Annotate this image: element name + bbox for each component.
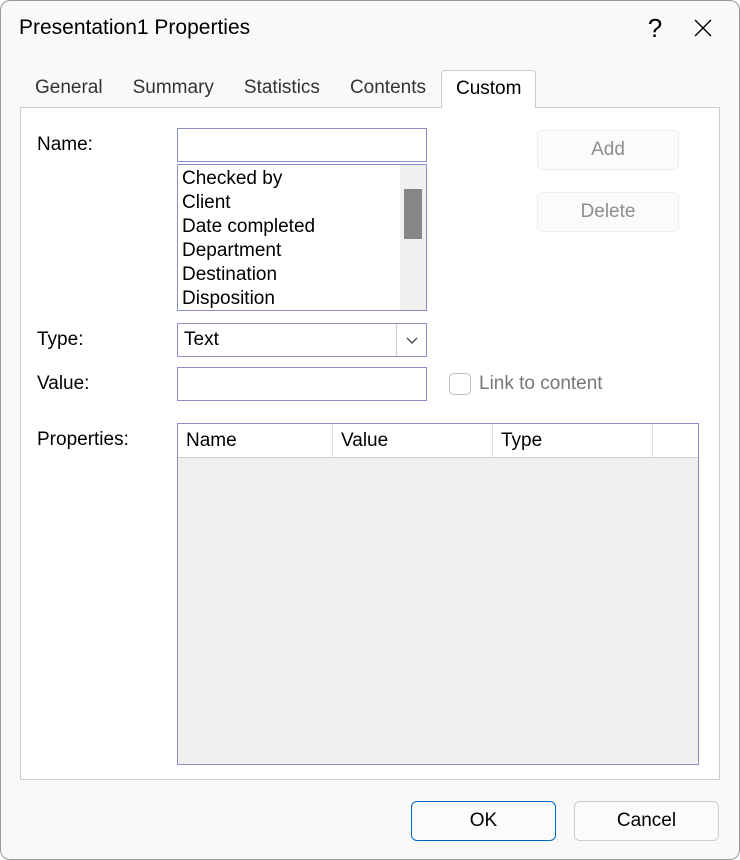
type-label: Type: — [37, 329, 177, 351]
tab-general[interactable]: General — [20, 69, 118, 107]
list-item[interactable]: Client — [178, 191, 400, 215]
list-item[interactable]: Disposition — [178, 287, 400, 310]
add-button[interactable]: Add — [537, 130, 679, 170]
column-header-type[interactable]: Type — [493, 424, 653, 457]
type-select[interactable]: Text — [177, 323, 427, 357]
close-button[interactable] — [679, 4, 727, 52]
tab-statistics[interactable]: Statistics — [229, 69, 335, 107]
scrollbar-thumb[interactable] — [404, 189, 422, 239]
value-label: Value: — [37, 373, 177, 395]
column-header-spacer — [653, 424, 698, 457]
tab-contents[interactable]: Contents — [335, 69, 441, 107]
properties-dialog: Presentation1 Properties ? General Summa… — [0, 0, 740, 860]
type-selected-value: Text — [184, 329, 219, 351]
scrollbar[interactable] — [400, 165, 426, 310]
list-item[interactable]: Date completed — [178, 215, 400, 239]
name-suggestions-list: Checked by Client Date completed Departm… — [177, 164, 427, 311]
dialog-title: Presentation1 Properties — [19, 16, 631, 40]
titlebar: Presentation1 Properties ? — [1, 1, 739, 55]
tabs: General Summary Statistics Contents Cust… — [20, 69, 720, 108]
column-header-name[interactable]: Name — [178, 424, 333, 457]
name-input[interactable] — [177, 128, 427, 162]
dropdown-toggle[interactable] — [396, 324, 426, 356]
properties-table-header: Name Value Type — [178, 424, 698, 458]
chevron-down-icon — [405, 335, 419, 345]
link-to-content-label: Link to content — [479, 373, 603, 395]
tab-summary[interactable]: Summary — [118, 69, 229, 107]
column-header-value[interactable]: Value — [333, 424, 493, 457]
list-item[interactable]: Department — [178, 239, 400, 263]
help-icon: ? — [648, 13, 662, 44]
list-item[interactable]: Checked by — [178, 167, 400, 191]
delete-button[interactable]: Delete — [537, 192, 679, 232]
dialog-footer: OK Cancel — [1, 801, 739, 841]
link-to-content-checkbox[interactable] — [449, 373, 471, 395]
close-icon — [692, 17, 714, 39]
list-item[interactable]: Destination — [178, 263, 400, 287]
help-button[interactable]: ? — [631, 4, 679, 52]
cancel-button[interactable]: Cancel — [574, 801, 719, 841]
tab-panel-custom: Name: Checked by Client Date completed D… — [20, 108, 720, 780]
properties-table: Name Value Type — [177, 423, 699, 765]
ok-button[interactable]: OK — [411, 801, 556, 841]
name-label: Name: — [37, 128, 177, 156]
properties-label: Properties: — [37, 423, 177, 451]
tab-container: General Summary Statistics Contents Cust… — [1, 55, 739, 780]
tab-custom[interactable]: Custom — [441, 70, 536, 108]
value-input[interactable] — [177, 367, 427, 401]
